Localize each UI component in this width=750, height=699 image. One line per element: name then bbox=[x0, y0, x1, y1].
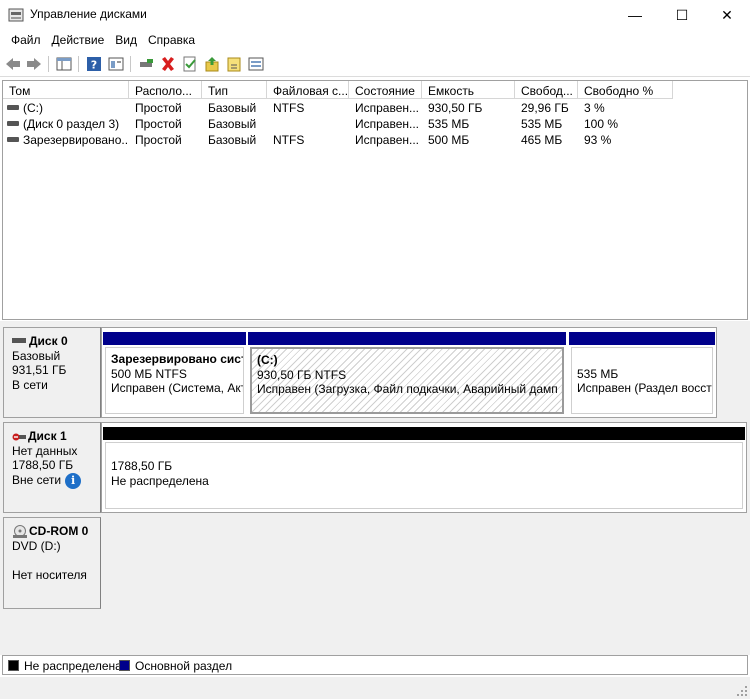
resize-grip-icon[interactable] bbox=[736, 685, 748, 697]
disk-0-size: 931,51 ГБ bbox=[12, 363, 67, 377]
legend-swatch-primary bbox=[119, 660, 130, 671]
table-cell: 100 % bbox=[584, 117, 619, 131]
refresh-icon[interactable] bbox=[226, 56, 242, 72]
title-bar: Управление дисками — ☐ ✕ bbox=[0, 0, 750, 30]
partition-recovery[interactable]: 535 МБ Исправен (Раздел восстан bbox=[571, 347, 713, 414]
unallocated-bar bbox=[103, 427, 745, 440]
maximize-button[interactable]: ☐ bbox=[659, 0, 705, 30]
cdrom-icon bbox=[13, 524, 27, 538]
show-hide-icon[interactable] bbox=[108, 56, 124, 72]
table-cell: Базовый bbox=[208, 133, 257, 147]
svg-text:?: ? bbox=[91, 59, 97, 72]
disk-management-app-icon bbox=[8, 8, 24, 22]
column-header-percent-free[interactable]: Свободно % bbox=[578, 81, 673, 99]
toolbar: ? bbox=[0, 51, 750, 77]
legend-swatch-unallocated bbox=[8, 660, 19, 671]
column-header-status[interactable]: Состояние bbox=[349, 81, 422, 99]
table-row-disk0-partition3[interactable]: (Диск 0 раздел 3) bbox=[3, 117, 129, 133]
volume-list: Том Располо... Тип Файловая с... Состоян… bbox=[2, 80, 748, 320]
cdrom-0-status: Нет носителя bbox=[12, 567, 87, 582]
table-row-reserved[interactable]: Зарезервировано... bbox=[3, 133, 129, 149]
table-cell: NTFS bbox=[273, 101, 305, 115]
table-cell: Исправен... bbox=[355, 101, 420, 115]
column-header-layout[interactable]: Располо... bbox=[129, 81, 202, 99]
disk-0-label[interactable]: Диск 0 Базовый 931,51 ГБ В сети bbox=[3, 327, 101, 418]
cdrom-0-label[interactable]: CD-ROM 0 DVD (D:) Нет носителя bbox=[3, 517, 101, 609]
table-cell: 93 % bbox=[584, 133, 612, 147]
drive-icon bbox=[7, 105, 19, 111]
partition-c[interactable]: (C:) 930,50 ГБ NTFS Исправен (Загрузка, … bbox=[250, 347, 564, 414]
info-icon[interactable]: i bbox=[65, 472, 82, 489]
disk-graphical-view: Диск 0 Базовый 931,51 ГБ В сети Зарезерв… bbox=[0, 325, 750, 655]
disk-1-status: Вне сети i bbox=[12, 472, 100, 489]
table-cell: NTFS bbox=[273, 133, 305, 147]
column-header-free-space[interactable]: Свобод... bbox=[515, 81, 578, 99]
menu-action[interactable]: Действие bbox=[48, 30, 112, 50]
legend: Не распределена Основной раздел bbox=[2, 655, 748, 675]
disk-1-label[interactable]: Диск 1 Нет данных 1788,50 ГБ Вне сети i bbox=[3, 422, 101, 513]
column-header-file-system[interactable]: Файловая с... bbox=[267, 81, 349, 99]
table-cell: Исправен... bbox=[355, 133, 420, 147]
forward-icon[interactable] bbox=[26, 56, 42, 72]
menu-help[interactable]: Справка bbox=[144, 30, 202, 50]
table-cell: 535 МБ bbox=[521, 117, 563, 131]
column-header-volume[interactable]: Том bbox=[3, 81, 129, 99]
partition-bar bbox=[569, 332, 715, 345]
column-header-type[interactable]: Тип bbox=[202, 81, 267, 99]
disk-icon bbox=[12, 338, 26, 344]
disk-0-partitions: Зарезервировано систе 500 МБ NTFS Исправ… bbox=[101, 327, 717, 418]
table-cell: Базовый bbox=[208, 117, 257, 131]
table-cell: 465 МБ bbox=[521, 133, 563, 147]
drive-icon bbox=[7, 137, 19, 143]
unallocated-space[interactable]: 1788,50 ГБ Не распределена bbox=[105, 442, 743, 509]
rescan-icon[interactable] bbox=[248, 56, 264, 72]
status-bar bbox=[0, 677, 750, 699]
disk-1-partitions: 1788,50 ГБ Не распределена bbox=[101, 422, 747, 513]
table-cell: Простой bbox=[135, 117, 182, 131]
table-cell: Простой bbox=[135, 101, 182, 115]
table-cell: 29,96 ГБ bbox=[521, 101, 569, 115]
table-cell: 3 % bbox=[584, 101, 605, 115]
legend-label-primary: Основной раздел bbox=[135, 659, 233, 673]
legend-label-unallocated: Не распределена bbox=[24, 659, 122, 673]
delete-icon[interactable] bbox=[160, 56, 176, 72]
partition-bar bbox=[248, 332, 566, 345]
connect-icon[interactable] bbox=[138, 56, 154, 72]
close-button[interactable]: ✕ bbox=[704, 0, 750, 30]
drive-icon bbox=[7, 121, 19, 127]
table-cell bbox=[267, 117, 349, 133]
window-title: Управление дисками bbox=[30, 7, 147, 21]
menu-bar: Файл Действие Вид Справка bbox=[0, 30, 750, 50]
menu-view[interactable]: Вид bbox=[111, 30, 144, 50]
column-header-capacity[interactable]: Емкость bbox=[422, 81, 515, 99]
cdrom-0-type: DVD (D:) bbox=[12, 538, 61, 553]
partition-reserved[interactable]: Зарезервировано систе 500 МБ NTFS Исправ… bbox=[105, 347, 244, 414]
minimize-button[interactable]: — bbox=[612, 0, 658, 30]
disk-1-size: 1788,50 ГБ bbox=[12, 458, 74, 472]
export-icon[interactable] bbox=[204, 56, 220, 72]
table-row-c-volume[interactable]: (C:) bbox=[3, 101, 129, 117]
help-icon[interactable]: ? bbox=[86, 56, 102, 72]
menu-file[interactable]: Файл bbox=[0, 30, 48, 50]
table-cell: Исправен... bbox=[355, 117, 420, 131]
disk-offline-icon bbox=[12, 433, 26, 441]
table-cell: 535 МБ bbox=[428, 117, 470, 131]
table-cell: 500 МБ bbox=[428, 133, 470, 147]
table-cell: Простой bbox=[135, 133, 182, 147]
back-icon[interactable] bbox=[5, 56, 21, 72]
properties-icon[interactable] bbox=[182, 56, 198, 72]
disk-1-type: Нет данных bbox=[12, 443, 78, 458]
console-tree-icon[interactable] bbox=[56, 56, 72, 72]
table-cell: Базовый bbox=[208, 101, 257, 115]
disk-0-status: В сети bbox=[12, 377, 48, 392]
partition-bar bbox=[103, 332, 246, 345]
table-cell: 930,50 ГБ bbox=[428, 101, 483, 115]
disk-0-type: Базовый bbox=[12, 348, 61, 363]
